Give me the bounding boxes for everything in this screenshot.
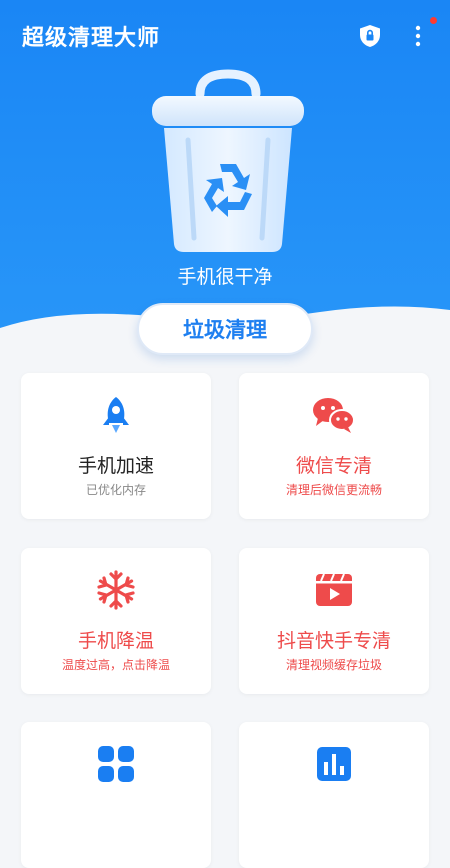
video-icon [316, 573, 352, 606]
header-banner: 超级清理大师 手机很干净 [0, 0, 450, 340]
card-subtitle: 温度过高，点击降温 [61, 658, 170, 672]
app-grid-icon [98, 746, 134, 782]
rocket-icon [103, 397, 129, 433]
notification-dot [430, 17, 437, 24]
card-subtitle: 清理视频缓存垃圾 [285, 658, 382, 672]
card-storage-analysis[interactable] [239, 722, 429, 868]
shield-lock-icon[interactable] [357, 23, 383, 49]
card-title: 抖音快手专清 [276, 630, 391, 652]
card-subtitle: 已优化内存 [85, 483, 146, 497]
card-phone-cooling[interactable]: 手机降温 温度过高，点击降温 [21, 548, 211, 694]
more-vertical-icon[interactable] [407, 22, 429, 50]
card-wechat-clean[interactable]: 微信专清 清理后微信更流畅 [239, 373, 429, 519]
card-subtitle: 清理后微信更流畅 [285, 483, 382, 497]
recycle-trash-can-icon [152, 69, 304, 252]
app-title: 超级清理大师 [22, 26, 161, 51]
card-phone-boost[interactable]: 手机加速 已优化内存 [21, 373, 211, 519]
device-status-text: 手机很干净 [177, 266, 273, 288]
card-title: 手机降温 [77, 630, 154, 652]
card-title: 微信专清 [295, 455, 372, 477]
wechat-icon [313, 398, 355, 433]
card-douyin-kuaishou-clean[interactable]: 抖音快手专清 清理视频缓存垃圾 [239, 548, 429, 694]
card-title: 手机加速 [77, 455, 154, 477]
bar-chart-icon [317, 747, 351, 781]
snowflake-icon [97, 570, 135, 610]
card-app-manager[interactable] [21, 722, 211, 868]
junk-clean-button[interactable]: 垃圾清理 [137, 303, 313, 355]
